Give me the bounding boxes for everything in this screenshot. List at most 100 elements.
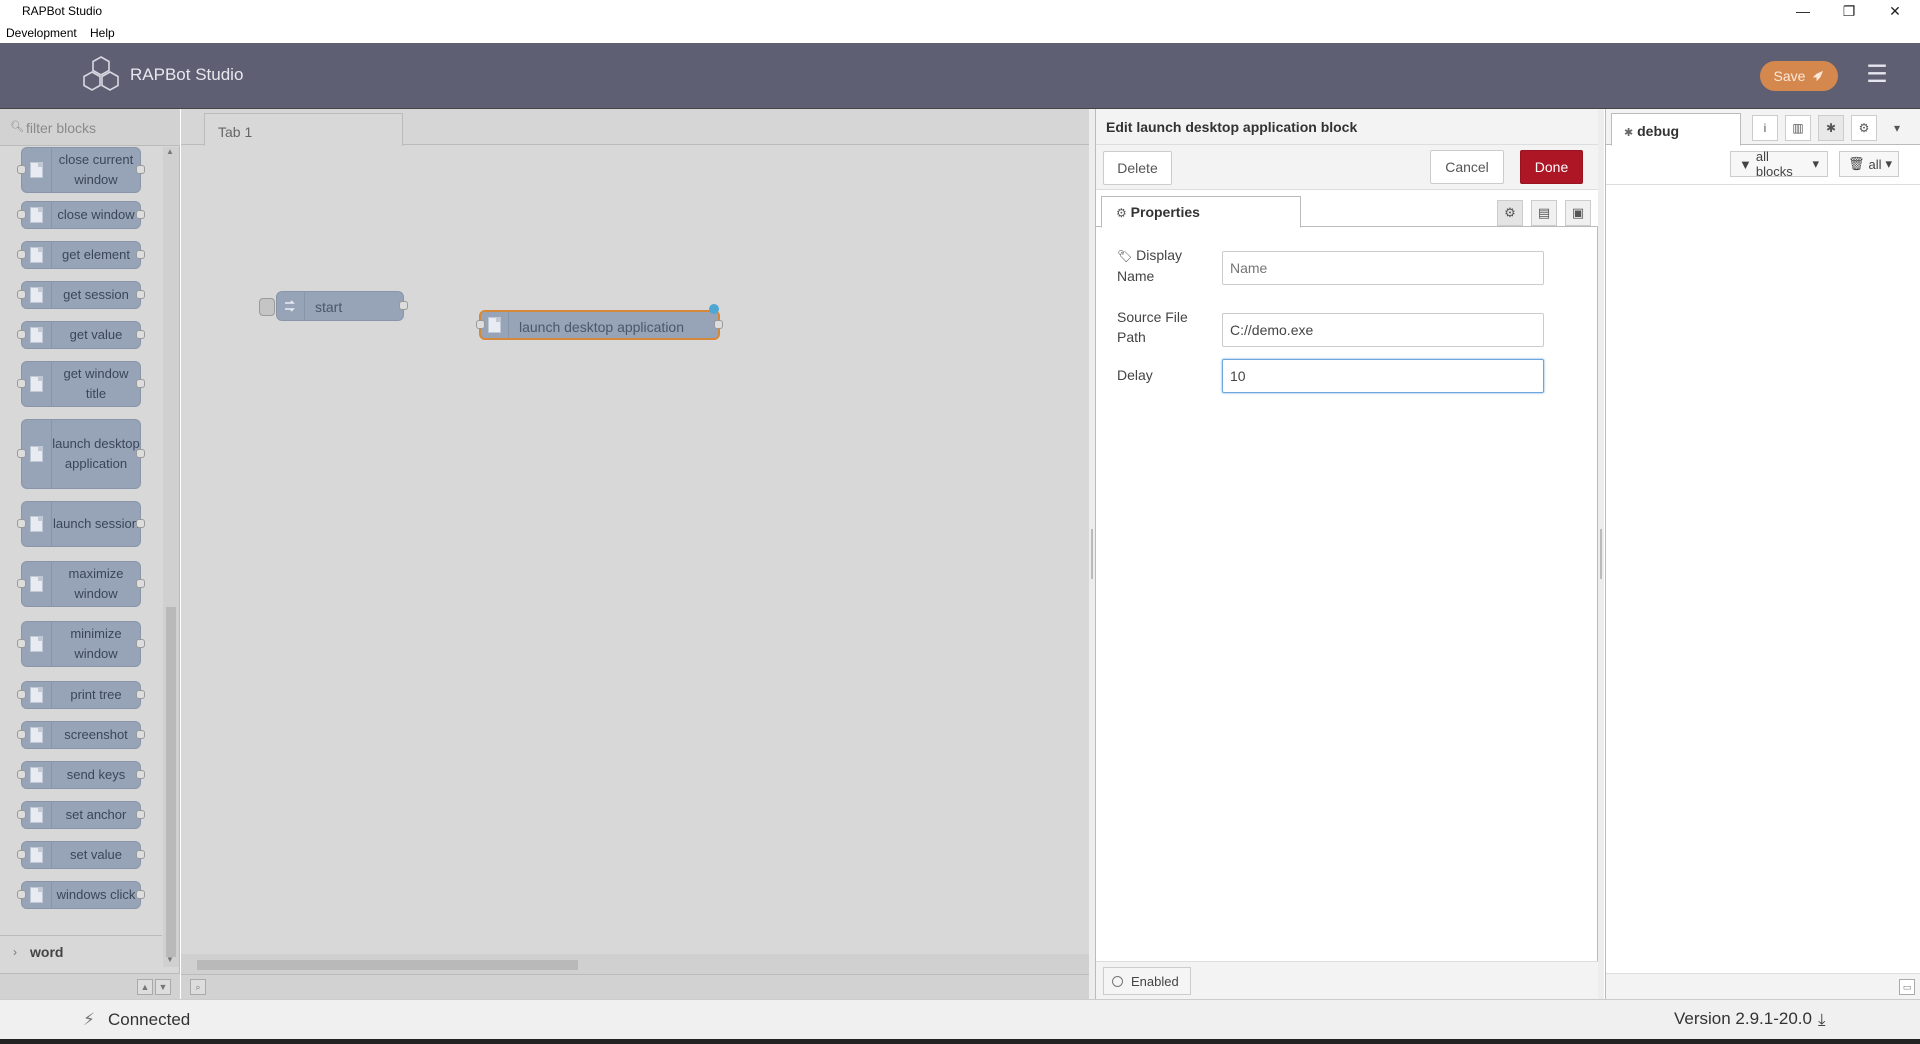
splitter-right[interactable]: [1598, 109, 1604, 999]
sidebar-footer: ▭: [1606, 973, 1920, 999]
description-icon[interactable]: ▤: [1531, 200, 1557, 226]
workspace-hscrollbar[interactable]: [181, 954, 1089, 974]
plug-icon: ⚡︎: [83, 1010, 95, 1029]
palette-block[interactable]: windows click: [17, 881, 145, 909]
output-port: [136, 690, 145, 699]
menubar: Development Help: [0, 22, 1920, 43]
menu-help[interactable]: Help: [90, 26, 115, 40]
book-icon[interactable]: ▥: [1785, 115, 1811, 141]
palette-scroll-thumb[interactable]: [166, 607, 176, 957]
inject-button[interactable]: [259, 298, 275, 316]
document-icon: [481, 312, 509, 338]
palette-block[interactable]: launch session: [17, 501, 145, 547]
palette-search-input[interactable]: filter blocks: [26, 120, 96, 136]
window-title: RAPBot Studio: [22, 4, 103, 18]
node-launch-label: launch desktop application: [519, 319, 685, 335]
output-port: [136, 810, 145, 819]
tab-properties[interactable]: ⚙ Properties: [1101, 196, 1301, 228]
palette-block-label: launch desktop application: [52, 436, 140, 471]
palette-block[interactable]: get element: [17, 241, 145, 269]
appearance-icon[interactable]: ▣: [1565, 200, 1591, 226]
menu-development[interactable]: Development: [6, 26, 77, 40]
node-launch-desktop-application[interactable]: launch desktop application: [476, 304, 723, 340]
scroll-up-icon[interactable]: ▲: [166, 147, 174, 156]
connection-status: Connected: [108, 1010, 191, 1029]
save-button[interactable]: Save: [1760, 61, 1838, 91]
palette-block[interactable]: close window: [17, 201, 145, 229]
workspace-tabbar: Tab 1: [181, 109, 1089, 146]
palette-search[interactable]: 🔍︎ filter blocks: [0, 109, 180, 146]
tab-properties-label: Properties: [1130, 204, 1200, 220]
save-label: Save: [1773, 68, 1806, 84]
gear-icon[interactable]: ⚙: [1851, 115, 1877, 141]
document-icon: [22, 622, 52, 666]
palette-block-label: windows click: [56, 887, 136, 902]
close-button[interactable]: ✕: [1872, 0, 1918, 22]
restore-button[interactable]: ❐: [1826, 0, 1872, 22]
output-port: [136, 290, 145, 299]
palette-block[interactable]: minimize window: [17, 621, 145, 667]
settings-gear-icon[interactable]: ⚙: [1497, 200, 1523, 226]
document-icon: [22, 762, 52, 788]
palette-block-label: send keys: [66, 767, 126, 782]
palette-block-label: get window title: [63, 366, 129, 401]
output-port: [136, 579, 145, 588]
palette-block-label: launch session: [53, 516, 139, 531]
source-file-path-input[interactable]: [1222, 313, 1544, 347]
delete-button[interactable]: Delete: [1103, 151, 1172, 185]
output-port: [136, 210, 145, 219]
monitor-icon[interactable]: ▭: [1899, 979, 1915, 995]
palette-block[interactable]: print tree: [17, 681, 145, 709]
workspace-footer: ⌕: [181, 974, 1089, 999]
minimize-button[interactable]: —: [1780, 0, 1826, 22]
tab-debug-label: debug: [1637, 123, 1680, 139]
expand-all-icon[interactable]: ▼: [155, 979, 171, 995]
palette-block[interactable]: screenshot: [17, 721, 145, 749]
bug-icon[interactable]: ✱: [1818, 115, 1844, 141]
document-icon: [22, 202, 52, 228]
palette-block[interactable]: get session: [17, 281, 145, 309]
palette-block[interactable]: close current window: [17, 147, 145, 193]
filter-blocks-select[interactable]: ▼ all blocks ▾: [1730, 149, 1828, 179]
palette-block[interactable]: send keys: [17, 761, 145, 789]
brand-title: RAPBot Studio: [130, 65, 244, 84]
workspace-scroll-thumb[interactable]: [197, 960, 578, 970]
palette-block[interactable]: maximize window: [17, 561, 145, 607]
palette-scrollbar[interactable]: ▲ ▼: [163, 147, 179, 967]
output-port: [136, 330, 145, 339]
palette-block-label: close window: [57, 207, 135, 222]
palette-block-label: set anchor: [65, 807, 127, 822]
collapse-all-icon[interactable]: ▲: [137, 979, 153, 995]
flow-canvas[interactable]: start launch desktop application: [181, 146, 1089, 954]
enabled-toggle[interactable]: Enabled: [1103, 967, 1191, 995]
palette-block[interactable]: get window title: [17, 361, 145, 407]
info-icon[interactable]: i: [1752, 115, 1778, 141]
palette-block[interactable]: set value: [17, 841, 145, 869]
scroll-down-icon[interactable]: ▼: [166, 955, 174, 964]
document-icon: [22, 802, 52, 828]
search-icon[interactable]: ⌕: [190, 979, 206, 995]
download-icon[interactable]: ⤓: [1818, 1010, 1826, 1030]
done-button[interactable]: Done: [1520, 150, 1583, 184]
delay-input[interactable]: [1222, 359, 1544, 393]
tray-toolbar: Delete Cancel Done: [1096, 145, 1599, 190]
palette-block[interactable]: launch desktop application: [17, 419, 145, 489]
main-menu-button[interactable]: ☰: [1864, 63, 1890, 89]
caret-down-icon[interactable]: ▾: [1884, 115, 1910, 141]
clear-messages-select[interactable]: 🗑︎ all ▾: [1839, 151, 1899, 177]
palette-category-word[interactable]: › word: [0, 935, 162, 967]
caret-down-icon: ▾: [1885, 156, 1893, 171]
tab-debug[interactable]: ✱ debug: [1611, 113, 1741, 146]
document-icon: [22, 842, 52, 868]
palette-block[interactable]: set anchor: [17, 801, 145, 829]
palette-block[interactable]: get value: [17, 321, 145, 349]
tab-1[interactable]: Tab 1: [204, 113, 403, 146]
document-icon: [22, 148, 52, 192]
node-start[interactable]: start: [259, 291, 408, 321]
palette-block-list: close current window close window get elem…: [0, 147, 162, 935]
output-port[interactable]: [714, 320, 723, 329]
display-name-input[interactable]: [1222, 251, 1544, 285]
cancel-button[interactable]: Cancel: [1430, 150, 1504, 184]
output-port[interactable]: [399, 301, 408, 310]
chevron-right-icon: ›: [13, 945, 17, 959]
